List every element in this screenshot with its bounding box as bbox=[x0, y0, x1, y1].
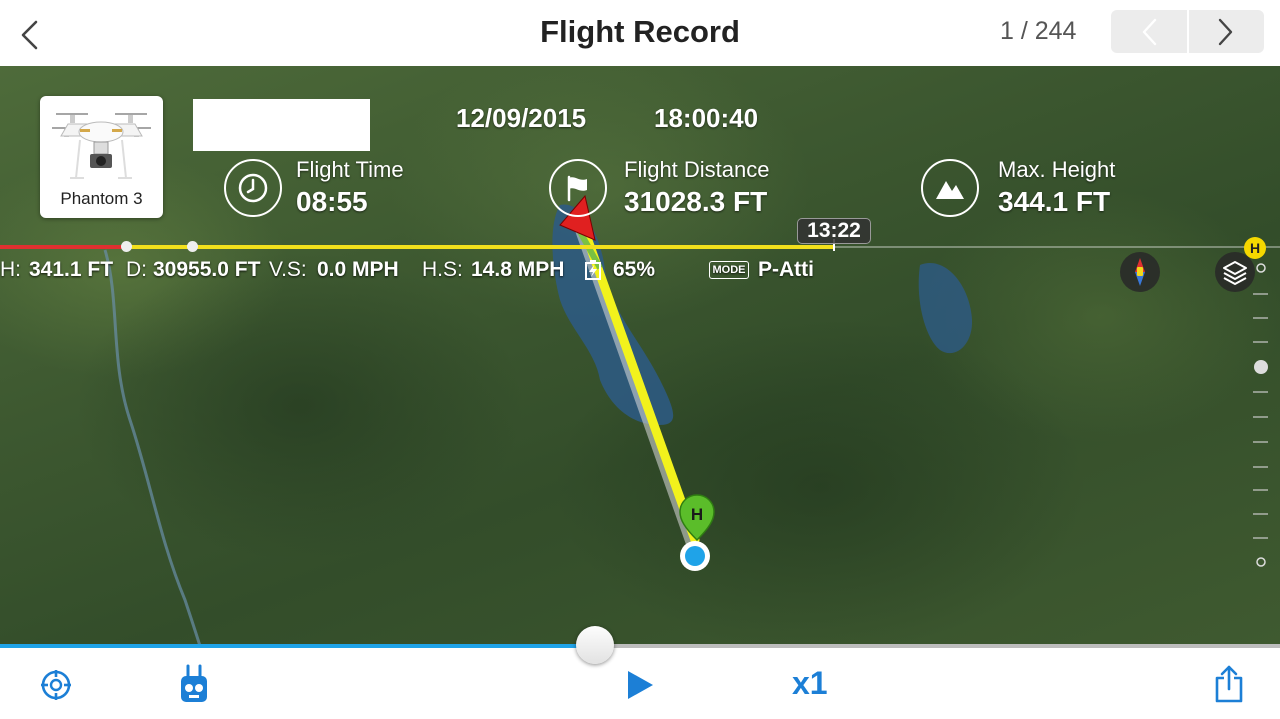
height-value: 341.1 FT bbox=[29, 258, 114, 281]
playback-scrubber[interactable] bbox=[576, 626, 614, 664]
current-location-dot bbox=[685, 546, 705, 566]
distance-label: D: bbox=[126, 258, 147, 281]
playback-speed-button[interactable]: x1 bbox=[792, 665, 828, 702]
previous-record-button[interactable] bbox=[1111, 10, 1187, 53]
timeline-segment-yellow bbox=[126, 245, 834, 249]
record-date: 12/09/2015 bbox=[456, 103, 587, 133]
flight-time-value: 08:55 bbox=[296, 186, 368, 217]
mountain-icon bbox=[921, 159, 979, 217]
clock-icon bbox=[224, 159, 282, 217]
mode-badge: MODE bbox=[709, 261, 749, 279]
compass-icon bbox=[1135, 258, 1145, 286]
flight-record-screen: Flight Record 1 / 244 H Phantom 3 12/09/… bbox=[0, 0, 1280, 719]
record-time: 18:00:40 bbox=[654, 103, 759, 133]
max-height-value: 344.1 FT bbox=[998, 186, 1111, 217]
chevron-left-icon bbox=[21, 20, 38, 50]
height-label: H: bbox=[0, 258, 21, 281]
lake bbox=[918, 263, 973, 354]
compass-button[interactable] bbox=[1120, 252, 1160, 292]
crosshair-icon bbox=[41, 670, 71, 700]
satellite-map[interactable]: H bbox=[0, 66, 1280, 646]
remote-controller-button[interactable] bbox=[174, 662, 214, 706]
record-pager bbox=[1111, 10, 1264, 53]
distance-value: 30955.0 FT bbox=[153, 258, 261, 281]
max-height-label: Max. Height bbox=[998, 157, 1116, 182]
share-icon bbox=[1215, 665, 1243, 703]
redacted-block bbox=[193, 99, 370, 151]
timeline-segment-red bbox=[0, 245, 126, 249]
flight-distance-value: 31028.3 FT bbox=[624, 186, 768, 217]
remote-controller-icon bbox=[181, 664, 207, 702]
river bbox=[103, 249, 202, 646]
flag-icon bbox=[549, 159, 607, 217]
flight-time-label: Flight Time bbox=[296, 157, 404, 182]
flight-distance-label: Flight Distance bbox=[624, 157, 770, 182]
record-counter: 1 / 244 bbox=[1000, 17, 1077, 45]
flight-mode-value: P-Atti bbox=[758, 258, 814, 281]
play-button[interactable] bbox=[622, 666, 658, 704]
aircraft-name: Phantom 3 bbox=[60, 189, 143, 208]
battery-icon bbox=[585, 260, 601, 286]
vertical-speed-value: 0.0 MPH bbox=[317, 258, 399, 281]
zoom-scale bbox=[1253, 263, 1268, 567]
drone-image bbox=[52, 113, 151, 179]
chevron-left-icon bbox=[1142, 18, 1156, 45]
share-button[interactable] bbox=[1210, 662, 1248, 706]
battery-value: 65% bbox=[613, 258, 656, 281]
home-indicator-badge: H bbox=[1244, 237, 1266, 259]
timeline-marker[interactable] bbox=[121, 241, 132, 252]
recenter-button[interactable] bbox=[36, 665, 76, 705]
flight-path-layer: H bbox=[103, 194, 973, 646]
vertical-speed-label: V.S: bbox=[269, 258, 307, 281]
aircraft-card: Phantom 3 bbox=[40, 96, 163, 218]
header-bar: Flight Record 1 / 244 bbox=[0, 0, 1280, 66]
horizontal-speed-label: H.S: bbox=[422, 258, 463, 281]
chevron-right-icon bbox=[1219, 18, 1233, 45]
back-button[interactable] bbox=[14, 18, 44, 52]
home-point-label: H bbox=[691, 505, 703, 524]
layers-icon bbox=[1223, 261, 1247, 285]
page-title: Flight Record bbox=[540, 14, 740, 49]
map-layers-button[interactable] bbox=[1215, 252, 1255, 292]
timeline-time-tag: 13:22 bbox=[797, 218, 871, 244]
play-icon bbox=[628, 671, 653, 699]
horizontal-speed-value: 14.8 MPH bbox=[471, 258, 565, 281]
timeline-marker[interactable] bbox=[187, 241, 198, 252]
next-record-button[interactable] bbox=[1189, 10, 1265, 53]
